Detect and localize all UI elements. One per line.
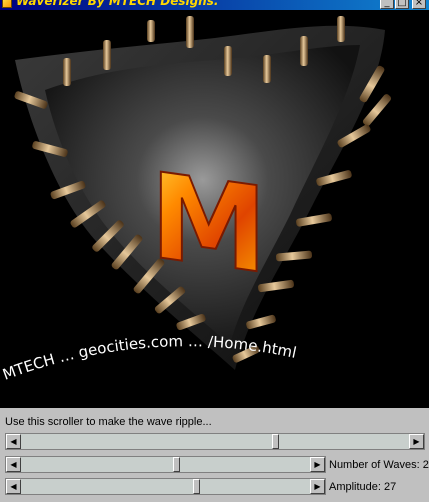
wave-heart-graphic: M MTECH … geocities.com … /Home.html — [0, 16, 392, 384]
window-title: Waverizer By MTECH Designs. — [16, 0, 219, 8]
scroll-right-icon[interactable]: ▶ — [409, 434, 424, 449]
amplitude-scroller[interactable]: ◀ ▶ — [5, 478, 326, 495]
minimize-button[interactable]: _ — [380, 0, 394, 9]
close-button[interactable]: × — [412, 0, 426, 9]
curved-url-text: MTECH … geocities.com … /Home.html — [0, 332, 298, 384]
waves-label: Number of Waves: 2 — [329, 459, 429, 471]
ripple-scroller[interactable]: ◀ ▶ — [5, 433, 425, 450]
ripple-instruction: Use this scroller to make the wave rippl… — [5, 416, 212, 428]
waves-track[interactable] — [21, 457, 310, 472]
fire-m-logo: M — [150, 147, 267, 301]
waverizer-artwork: M MTECH … geocities.com … /Home.html — [0, 10, 429, 408]
scroll-left-icon[interactable]: ◀ — [6, 479, 21, 494]
amplitude-label: Amplitude: 27 — [329, 481, 397, 493]
svg-text:MTECH … geocities.com … /Home.: MTECH … geocities.com … /Home.html — [0, 332, 298, 384]
amplitude-thumb[interactable] — [193, 479, 201, 494]
app-icon[interactable] — [2, 0, 12, 8]
scroll-left-icon[interactable]: ◀ — [6, 434, 21, 449]
window-title-bar[interactable]: Waverizer By MTECH Designs. _ □ × — [0, 0, 429, 10]
scroll-right-icon[interactable]: ▶ — [310, 479, 325, 494]
control-panel: Use this scroller to make the wave rippl… — [0, 408, 429, 502]
scroll-left-icon[interactable]: ◀ — [6, 457, 21, 472]
waves-scroller[interactable]: ◀ ▶ — [5, 456, 326, 473]
scroll-right-icon[interactable]: ▶ — [310, 457, 325, 472]
amplitude-track[interactable] — [21, 479, 310, 494]
ripple-track[interactable] — [21, 434, 409, 449]
maximize-button[interactable]: □ — [395, 0, 409, 9]
ripple-thumb[interactable] — [272, 434, 280, 449]
waves-thumb[interactable] — [173, 457, 181, 472]
